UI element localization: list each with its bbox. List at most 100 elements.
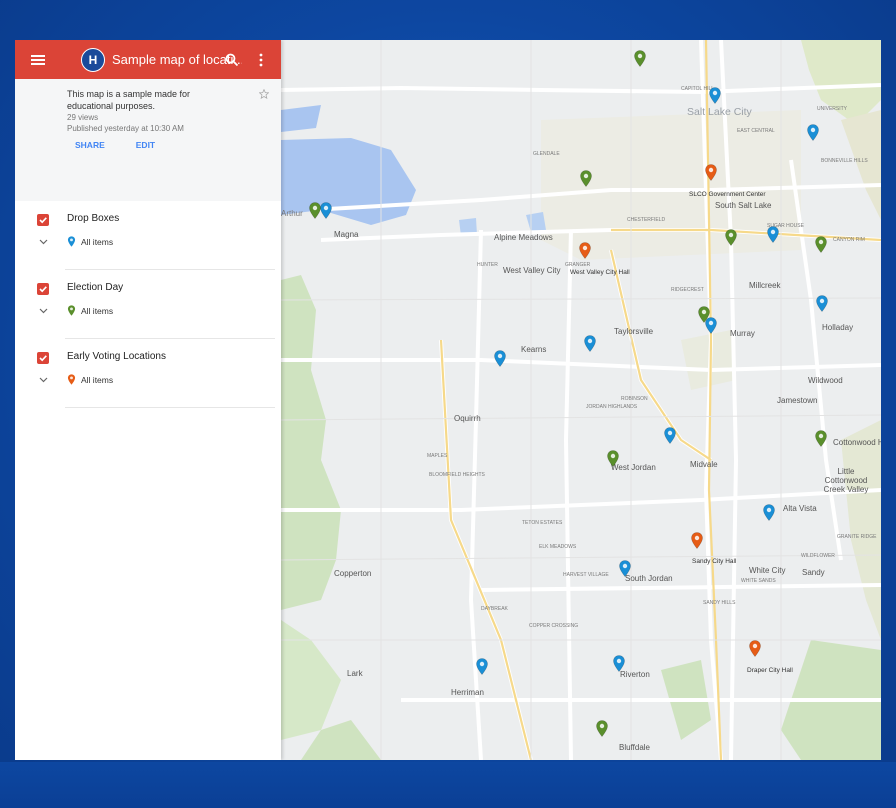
drop-box-pin-icon[interactable] bbox=[476, 658, 488, 675]
label-millcreek: Millcreek bbox=[749, 281, 781, 290]
label-magna: Magna bbox=[334, 230, 359, 239]
layer-item: Early Voting Locations All items bbox=[15, 339, 281, 408]
label-kearns: Kearns bbox=[521, 345, 547, 354]
my-maps-window: H Sample map of locati... This map is a … bbox=[15, 40, 881, 760]
drop-box-pin-icon[interactable] bbox=[816, 295, 828, 312]
election-day-pin-icon[interactable] bbox=[580, 170, 592, 187]
drop-box-pin-icon[interactable] bbox=[767, 226, 779, 243]
edit-button[interactable]: EDIT bbox=[136, 140, 155, 150]
chevron-down-icon[interactable] bbox=[39, 239, 48, 245]
all-items-link[interactable]: All items bbox=[81, 375, 113, 385]
label-cottonwood-heights: Cottonwood Heights bbox=[833, 438, 881, 447]
drop-box-pin-icon[interactable] bbox=[705, 317, 717, 334]
label-east-central: EAST CENTRAL bbox=[737, 128, 775, 134]
election-day-pin-icon[interactable] bbox=[596, 720, 608, 737]
chevron-down-icon[interactable] bbox=[39, 377, 48, 383]
label-wildwood: Wildwood bbox=[808, 376, 843, 385]
pin-icon bbox=[67, 374, 76, 385]
label-wildflower: WILDFLOWER bbox=[801, 553, 835, 559]
label-south-jordan: South Jordan bbox=[625, 574, 673, 583]
election-day-pin-icon[interactable] bbox=[815, 236, 827, 253]
drop-box-pin-icon[interactable] bbox=[320, 202, 332, 219]
label-jamestown: Jamestown bbox=[777, 396, 818, 405]
map-title: Sample map of locati... bbox=[112, 52, 242, 67]
label-bonneville-hills: BONNEVILLE HILLS bbox=[821, 158, 868, 164]
divider bbox=[65, 407, 275, 408]
label-bloomfield-heights: BLOOMFIELD HEIGHTS bbox=[429, 472, 485, 478]
label-taylorsville: Taylorsville bbox=[614, 327, 654, 336]
label-daybreak: DAYBREAK bbox=[481, 606, 508, 612]
drop-box-pin-icon[interactable] bbox=[619, 560, 631, 577]
label-glendale: GLENDALE bbox=[533, 151, 560, 157]
label-little-cottonwood: Little Cottonwood Creek Valley bbox=[823, 467, 869, 494]
election-day-pin-icon[interactable] bbox=[815, 430, 827, 447]
panel-header: H Sample map of locati... bbox=[15, 40, 281, 79]
label-copperton: Copperton bbox=[334, 569, 372, 578]
layer-list: Drop Boxes All items Election Day All items… bbox=[15, 201, 281, 408]
map-canvas[interactable]: Salt Lake City South Salt Lake SLCO Gove… bbox=[281, 40, 881, 760]
early-voting-pin-icon[interactable] bbox=[705, 164, 717, 181]
layer-name: Drop Boxes bbox=[67, 213, 120, 224]
election-day-pin-icon[interactable] bbox=[725, 229, 737, 246]
label-granger: GRANGER bbox=[565, 262, 591, 268]
drop-box-pin-icon[interactable] bbox=[613, 655, 625, 672]
label-jordan-highlands: JORDAN HIGHLANDS bbox=[586, 404, 638, 410]
chevron-down-icon[interactable] bbox=[39, 308, 48, 314]
label-harvest-village: HARVEST VILLAGE bbox=[563, 572, 609, 578]
layer-checkbox[interactable] bbox=[37, 283, 49, 295]
label-lark: Lark bbox=[347, 669, 363, 678]
more-vert-icon[interactable] bbox=[259, 53, 263, 67]
share-button[interactable]: SHARE bbox=[75, 140, 105, 150]
label-hunter: HUNTER bbox=[477, 262, 498, 268]
search-icon[interactable] bbox=[225, 53, 239, 67]
all-items-link[interactable]: All items bbox=[81, 306, 113, 316]
label-oquirrh: Oquirrh bbox=[454, 414, 481, 423]
map-description: This map is a sample made for educationa… bbox=[67, 89, 191, 111]
early-voting-pin-icon[interactable] bbox=[749, 640, 761, 657]
drop-box-pin-icon[interactable] bbox=[763, 504, 775, 521]
layer-checkbox[interactable] bbox=[37, 352, 49, 364]
legend-panel: H Sample map of locati... This map is a … bbox=[15, 40, 281, 760]
layer-item: Election Day All items bbox=[15, 270, 281, 339]
map-info: This map is a sample made for educationa… bbox=[15, 79, 281, 201]
label-alta-vista: Alta Vista bbox=[783, 504, 817, 513]
layer-checkbox[interactable] bbox=[37, 214, 49, 226]
label-midvale: Midvale bbox=[690, 460, 718, 469]
label-holladay: Holladay bbox=[822, 323, 854, 332]
label-alpine-meadows: Alpine Meadows bbox=[494, 233, 553, 242]
label-ridgecrest: RIDGECREST bbox=[671, 287, 704, 293]
label-maples: MAPLES bbox=[427, 453, 448, 459]
pin-icon bbox=[67, 236, 76, 247]
label-west-valley-city: West Valley City bbox=[503, 266, 561, 275]
early-voting-pin-icon[interactable] bbox=[691, 532, 703, 549]
label-white-sands: WHITE SANDS bbox=[741, 578, 776, 584]
label-south-salt-lake: South Salt Lake bbox=[715, 201, 772, 210]
star-icon[interactable] bbox=[259, 89, 269, 99]
label-salt-lake-city: Salt Lake City bbox=[687, 106, 752, 118]
label-arthur: Arthur bbox=[281, 209, 303, 218]
drop-box-pin-icon[interactable] bbox=[494, 350, 506, 367]
drop-box-pin-icon[interactable] bbox=[709, 87, 721, 104]
label-slco-government-center: SLCO Government Center bbox=[689, 191, 766, 198]
label-elk-meadows: ELK MEADOWS bbox=[539, 544, 577, 550]
label-bluffdale: Bluffdale bbox=[619, 743, 650, 752]
label-teton-estates: TETON ESTATES bbox=[522, 520, 563, 526]
election-day-pin-icon[interactable] bbox=[607, 450, 619, 467]
avatar[interactable]: H bbox=[81, 47, 105, 72]
label-robinson: ROBINSON bbox=[621, 396, 648, 402]
label-herriman: Herriman bbox=[451, 688, 484, 697]
election-day-pin-icon[interactable] bbox=[634, 50, 646, 67]
menu-icon[interactable] bbox=[31, 53, 45, 67]
label-sandy-hills: SANDY HILLS bbox=[703, 600, 736, 606]
drop-box-pin-icon[interactable] bbox=[584, 335, 596, 352]
drop-box-pin-icon[interactable] bbox=[664, 427, 676, 444]
label-granite-ridge: GRANITE RIDGE bbox=[837, 534, 877, 540]
drop-box-pin-icon[interactable] bbox=[807, 124, 819, 141]
label-west-valley-city-hall: West Valley City Hall bbox=[570, 269, 630, 276]
background-stripe bbox=[0, 762, 896, 808]
label-copper-crossing: COPPER CROSSING bbox=[529, 623, 579, 629]
all-items-link[interactable]: All items bbox=[81, 237, 113, 247]
layer-name: Election Day bbox=[67, 282, 124, 293]
label-canyon-rim: CANYON RIM bbox=[833, 237, 865, 243]
early-voting-pin-icon[interactable] bbox=[579, 242, 591, 259]
